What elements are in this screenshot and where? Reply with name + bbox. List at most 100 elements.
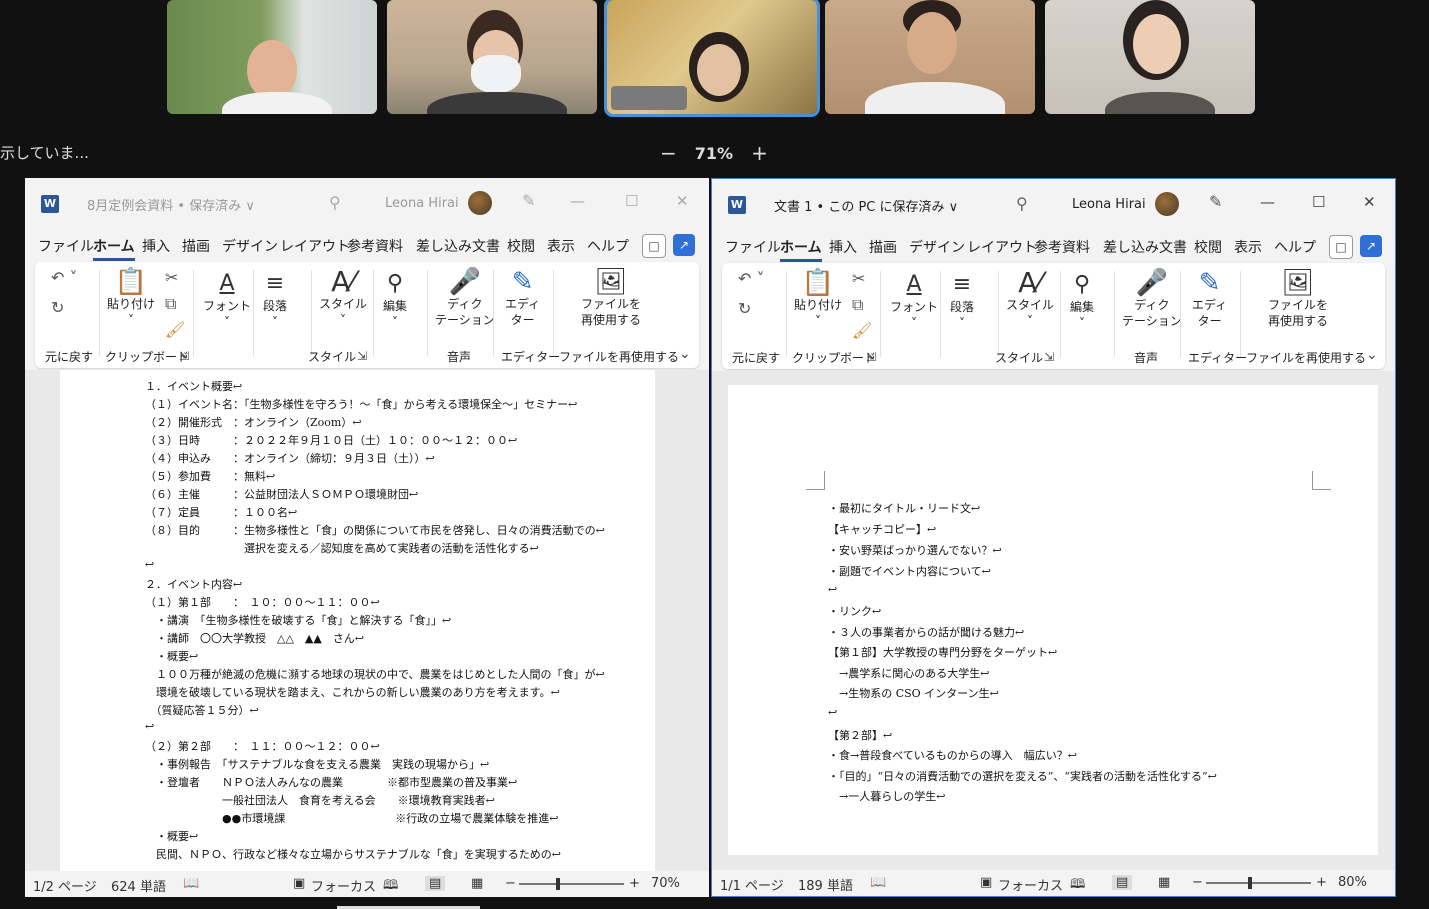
dialog-launcher-icon[interactable]: ⇲ [179, 349, 189, 363]
cut-icon[interactable]: ✂ [165, 268, 178, 287]
format-painter-icon[interactable]: 🖌 [165, 320, 185, 339]
redo-icon[interactable]: ↻ [738, 299, 751, 318]
zoom-in-icon[interactable]: + [629, 876, 640, 891]
tab-references[interactable]: 参考資料 [1034, 237, 1090, 257]
close-icon[interactable]: ✕ [676, 192, 689, 210]
participant-tile-4[interactable] [825, 0, 1035, 114]
tab-review[interactable]: 校閲 [507, 236, 535, 256]
document-title[interactable]: 文書 1 • この PC に保存済み ∨ [774, 196, 958, 215]
document-title[interactable]: 8月定例会資料 • 保存済み ∨ [87, 195, 255, 214]
tab-layout[interactable]: レイアウト [280, 236, 350, 256]
word-count[interactable]: 624 単語 [111, 876, 166, 895]
maximize-icon[interactable]: ☐ [1312, 193, 1325, 211]
zoom-out-icon[interactable]: − [1192, 875, 1203, 890]
proofing-icon[interactable]: 📖 [183, 876, 199, 891]
focus-label[interactable]: フォーカス [311, 876, 376, 895]
document-canvas[interactable]: ・最初にタイトル・リード文↩ 【キャッチコピー】↩ ・安い野菜ばっかり選んでない… [712, 371, 1395, 870]
tab-draw[interactable]: 描画 [869, 237, 897, 257]
search-icon[interactable]: ⚲ [329, 193, 341, 212]
cut-icon[interactable]: ✂ [852, 269, 865, 288]
copy-icon[interactable]: ⧉ [165, 294, 176, 314]
zoom-slider-thumb[interactable] [555, 878, 560, 890]
tab-design[interactable]: デザイン [222, 236, 278, 256]
zoom-in-icon[interactable]: + [1316, 875, 1327, 890]
redo-icon[interactable]: ↻ [51, 298, 64, 317]
word-count[interactable]: 189 単語 [798, 875, 853, 894]
tab-insert[interactable]: 挿入 [829, 237, 857, 257]
dictate-button[interactable]: 🎤 ディク テーション [1122, 269, 1182, 329]
font-button[interactable]: A フォント ˅ [890, 271, 938, 331]
dialog-launcher-icon[interactable]: ⇲ [357, 349, 367, 363]
zoom-slider[interactable] [519, 878, 624, 890]
comment-icon[interactable]: □ [1329, 235, 1353, 259]
undo-icon[interactable]: ↶ ˅ [738, 269, 765, 288]
participant-tile-1[interactable] [167, 0, 377, 114]
zoom-out-icon[interactable]: − [505, 876, 516, 891]
zoom-out-button[interactable]: − [660, 141, 677, 165]
avatar[interactable] [468, 191, 492, 215]
participant-tile-2[interactable] [387, 0, 597, 114]
print-layout-icon[interactable]: ▤ [425, 876, 446, 891]
paste-button[interactable]: 📋 貼り付け ˅ [107, 268, 155, 328]
avatar[interactable] [1155, 192, 1179, 216]
proofing-icon[interactable]: 📖 [870, 875, 886, 890]
zoom-percentage[interactable]: 80% [1338, 875, 1367, 890]
styles-button[interactable]: A⁄ スタイル ˅ [319, 268, 367, 328]
participant-tile-5[interactable] [1045, 0, 1255, 114]
document-canvas[interactable]: １．イベント概要↩ （１）イベント名：「生物多様性を守ろう！～「食」から考える環… [25, 370, 709, 871]
tab-layout[interactable]: レイアウト [967, 237, 1037, 257]
pen-icon[interactable]: ✎ [522, 191, 535, 210]
tab-help[interactable]: ヘルプ [1274, 237, 1316, 257]
focus-label[interactable]: フォーカス [998, 875, 1063, 894]
minimize-icon[interactable]: — [1260, 193, 1275, 211]
font-button[interactable]: A フォント ˅ [203, 270, 251, 330]
dictate-button[interactable]: 🎤 ディク テーション [435, 268, 495, 328]
tab-mailings[interactable]: 差し込み文書 [1103, 237, 1187, 257]
user-name[interactable]: Leona Hirai [385, 196, 459, 211]
tab-references[interactable]: 参考資料 [347, 236, 403, 256]
search-icon[interactable]: ⚲ [1016, 194, 1028, 213]
user-name[interactable]: Leona Hirai [1072, 197, 1146, 212]
tab-home[interactable]: ホーム [780, 237, 822, 262]
reuse-files-button[interactable]: 🖼 ファイルを 再使用する [1268, 269, 1328, 329]
format-painter-icon[interactable]: 🖌 [852, 321, 872, 340]
undo-icon[interactable]: ↶ ˅ [51, 268, 78, 287]
zoom-slider-thumb[interactable] [1248, 877, 1252, 889]
editing-button[interactable]: ⚲ 編集 ˅ [1070, 271, 1094, 331]
page-count[interactable]: 1/2 ページ [33, 876, 97, 895]
tab-home[interactable]: ホーム [93, 236, 135, 261]
zoom-percentage[interactable]: 70% [651, 876, 680, 891]
share-icon[interactable]: ↗ [673, 234, 695, 256]
tab-design[interactable]: デザイン [909, 237, 965, 257]
web-layout-icon[interactable]: ▦ [471, 876, 483, 891]
web-layout-icon[interactable]: ▦ [1158, 875, 1170, 890]
close-icon[interactable]: ✕ [1363, 193, 1376, 211]
read-mode-icon[interactable]: 🕮 [383, 876, 398, 897]
participant-tile-3-active[interactable] [604, 0, 820, 117]
tab-view[interactable]: 表示 [1234, 237, 1262, 257]
read-mode-icon[interactable]: 🕮 [1070, 875, 1085, 896]
tab-file[interactable]: ファイル [725, 237, 781, 257]
ribbon-collapse-icon[interactable]: ⌄ [679, 346, 691, 362]
print-layout-icon[interactable]: ▤ [1112, 875, 1133, 890]
dialog-launcher-icon[interactable]: ⇲ [866, 350, 876, 364]
editor-button[interactable]: ✎ エディ ター [1192, 269, 1227, 329]
minimize-icon[interactable]: — [570, 192, 585, 210]
tab-insert[interactable]: 挿入 [142, 236, 170, 256]
ribbon-collapse-icon[interactable]: ⌄ [1366, 347, 1378, 363]
tab-mailings[interactable]: 差し込み文書 [416, 236, 500, 256]
editor-button[interactable]: ✎ エディ ター [505, 268, 540, 328]
zoom-in-button[interactable]: + [751, 141, 768, 165]
tab-view[interactable]: 表示 [547, 236, 575, 256]
dialog-launcher-icon[interactable]: ⇲ [1044, 350, 1054, 364]
tab-draw[interactable]: 描画 [182, 236, 210, 256]
zoom-slider[interactable] [1206, 877, 1311, 889]
tab-file[interactable]: ファイル [38, 236, 94, 256]
reuse-files-button[interactable]: 🖼 ファイルを 再使用する [581, 268, 641, 328]
tab-review[interactable]: 校閲 [1194, 237, 1222, 257]
paragraph-button[interactable]: ≡ 段落 ˅ [950, 271, 974, 331]
paragraph-button[interactable]: ≡ 段落 ˅ [263, 270, 287, 330]
paste-button[interactable]: 📋 貼り付け ˅ [794, 269, 842, 329]
focus-icon[interactable]: ▣ [980, 875, 992, 890]
maximize-icon[interactable]: ☐ [625, 192, 638, 210]
